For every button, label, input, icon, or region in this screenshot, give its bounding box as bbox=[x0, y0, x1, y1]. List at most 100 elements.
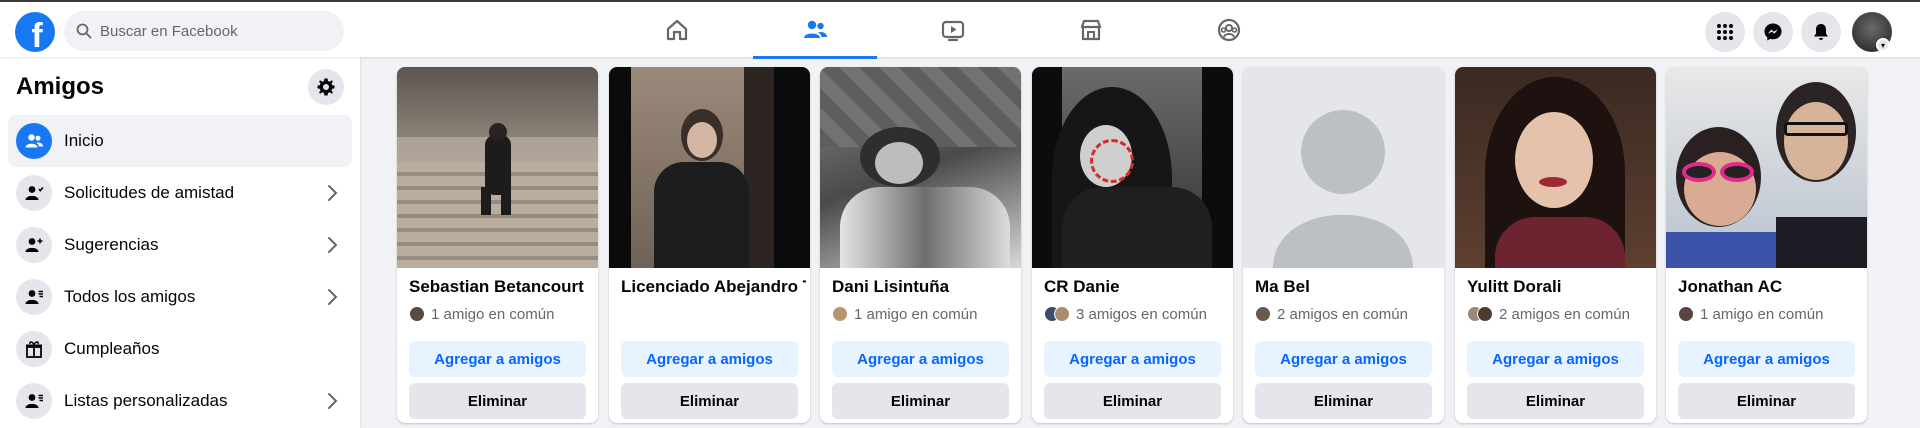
mutual-friends: 1 amigo en común bbox=[832, 304, 977, 324]
friend-suggestion-card: Jonathan AC 1 amigo en común Agregar a a… bbox=[1666, 67, 1867, 423]
friend-name[interactable]: Dani Lisintuña bbox=[832, 277, 1017, 297]
sidebar-item-home[interactable]: Inicio bbox=[8, 115, 352, 167]
add-friend-button[interactable]: Agregar a amigos bbox=[832, 341, 1009, 377]
friend-name[interactable]: Sebastian Betancourt bbox=[409, 277, 594, 297]
mutual-friends: 2 amigos en común bbox=[1255, 304, 1408, 324]
mutual-friends: 2 amigos en común bbox=[1467, 304, 1630, 324]
mutual-friends-text: 1 amigo en común bbox=[431, 305, 555, 323]
remove-button[interactable]: Eliminar bbox=[832, 383, 1009, 419]
nav-tab-home[interactable] bbox=[615, 2, 739, 57]
sidebar-item-label: Inicio bbox=[64, 131, 104, 150]
profile-photo[interactable] bbox=[1243, 67, 1444, 268]
sidebar-item-label: Sugerencias bbox=[64, 235, 159, 254]
mutual-friend-avatar bbox=[1255, 306, 1271, 322]
add-friend-button[interactable]: Agregar a amigos bbox=[1678, 341, 1855, 377]
friend-name[interactable]: Ma Bel bbox=[1255, 277, 1440, 297]
sidebar-item-custom-lists[interactable]: Listas personalizadas bbox=[8, 375, 352, 427]
messenger-icon bbox=[1764, 23, 1782, 41]
search-icon bbox=[76, 23, 92, 39]
nav-tab-groups[interactable] bbox=[1167, 2, 1291, 57]
mutual-friend-avatar bbox=[1054, 306, 1070, 322]
add-friend-button[interactable]: Agregar a amigos bbox=[409, 341, 586, 377]
sidebar-item-all-friends[interactable]: Todos los amigos bbox=[8, 271, 352, 323]
sidebar-item-label: Solicitudes de amistad bbox=[64, 183, 235, 202]
custom-list-icon bbox=[16, 383, 52, 419]
search-box[interactable] bbox=[64, 11, 344, 51]
search-input[interactable] bbox=[100, 22, 320, 40]
friends-icon bbox=[804, 20, 827, 38]
friends-sidebar: Amigos Inicio Solicitudes de amistad Sug… bbox=[0, 57, 360, 428]
mutual-friends: 1 amigo en común bbox=[409, 304, 554, 324]
mutual-friend-avatar bbox=[1678, 306, 1694, 322]
profile-photo[interactable] bbox=[1455, 67, 1656, 268]
grid-menu-icon bbox=[1717, 24, 1733, 40]
video-icon bbox=[941, 20, 965, 41]
friends-home-icon bbox=[16, 123, 52, 159]
profile-photo[interactable] bbox=[1666, 67, 1867, 268]
add-friend-button[interactable]: Agregar a amigos bbox=[621, 341, 798, 377]
remove-button[interactable]: Eliminar bbox=[1044, 383, 1221, 419]
top-navigation-bar: f ▾ bbox=[0, 0, 1920, 59]
bell-icon bbox=[1814, 24, 1828, 40]
mutual-friends-text: 2 amigos en común bbox=[1499, 305, 1630, 323]
friend-suggestion-card: CR Danie 3 amigos en común Agregar a ami… bbox=[1032, 67, 1233, 423]
groups-icon bbox=[1217, 18, 1241, 41]
remove-button[interactable]: Eliminar bbox=[621, 383, 798, 419]
friend-request-icon bbox=[16, 175, 52, 211]
mutual-friends-text: 1 amigo en común bbox=[854, 305, 978, 323]
nav-tab-video[interactable] bbox=[891, 2, 1015, 57]
add-friend-button[interactable]: Agregar a amigos bbox=[1044, 341, 1221, 377]
friend-suggestion-card: Yulitt Dorali 2 amigos en común Agregar … bbox=[1455, 67, 1656, 423]
sidebar-item-birthdays[interactable]: Cumpleaños bbox=[8, 323, 352, 375]
remove-button[interactable]: Eliminar bbox=[1467, 383, 1644, 419]
settings-button[interactable] bbox=[308, 69, 344, 105]
default-avatar-icon bbox=[1273, 110, 1413, 268]
chevron-right-icon bbox=[328, 237, 338, 253]
chevron-right-icon bbox=[328, 289, 338, 305]
notifications-button[interactable] bbox=[1801, 12, 1841, 52]
friend-name[interactable]: CR Danie bbox=[1044, 277, 1229, 297]
messenger-button[interactable] bbox=[1753, 12, 1793, 52]
friend-name[interactable]: Jonathan AC bbox=[1678, 277, 1863, 297]
add-friend-button[interactable]: Agregar a amigos bbox=[1255, 341, 1432, 377]
friend-suggestion-card: Dani Lisintuña 1 amigo en común Agregar … bbox=[820, 67, 1021, 423]
sidebar-item-friend-requests[interactable]: Solicitudes de amistad bbox=[8, 167, 352, 219]
facebook-logo[interactable]: f bbox=[15, 12, 55, 55]
remove-button[interactable]: Eliminar bbox=[409, 383, 586, 419]
mutual-friends-text: 1 amigo en común bbox=[1700, 305, 1824, 323]
mutual-friends: 3 amigos en común bbox=[1044, 304, 1207, 324]
mutual-friends-text: 2 amigos en común bbox=[1277, 305, 1408, 323]
facebook-logo-letter: f bbox=[31, 16, 43, 55]
mutual-friends: 1 amigo en común bbox=[1678, 304, 1823, 324]
profile-photo[interactable] bbox=[820, 67, 1021, 268]
menu-button[interactable] bbox=[1705, 12, 1745, 52]
add-friend-icon bbox=[16, 227, 52, 263]
friend-suggestion-card: Sebastian Betancourt 1 amigo en común Ag… bbox=[397, 67, 598, 423]
mutual-friend-avatar bbox=[832, 306, 848, 322]
add-friend-button[interactable]: Agregar a amigos bbox=[1467, 341, 1644, 377]
chevron-right-icon bbox=[328, 393, 338, 409]
mutual-friends-text: 3 amigos en común bbox=[1076, 305, 1207, 323]
friend-suggestion-card: Licenciado Abejandro T Agregar a amigos … bbox=[609, 67, 810, 423]
remove-button[interactable]: Eliminar bbox=[1255, 383, 1432, 419]
sidebar-item-label: Listas personalizadas bbox=[64, 391, 228, 410]
profile-photo[interactable] bbox=[397, 67, 598, 268]
remove-button[interactable]: Eliminar bbox=[1678, 383, 1855, 419]
sidebar-item-suggestions[interactable]: Sugerencias bbox=[8, 219, 352, 271]
chevron-down-icon[interactable]: ▾ bbox=[1876, 38, 1890, 52]
mutual-friend-avatar bbox=[409, 306, 425, 322]
profile-photo[interactable] bbox=[1032, 67, 1233, 268]
friend-suggestion-card: Ma Bel 2 amigos en común Agregar a amigo… bbox=[1243, 67, 1444, 423]
nav-tab-marketplace[interactable] bbox=[1029, 2, 1153, 57]
friend-name[interactable]: Yulitt Dorali bbox=[1467, 277, 1652, 297]
nav-tab-friends[interactable] bbox=[753, 2, 877, 59]
sidebar-item-label: Cumpleaños bbox=[64, 339, 160, 358]
gear-icon bbox=[317, 78, 335, 96]
friend-name[interactable]: Licenciado Abejandro T bbox=[621, 277, 806, 297]
profile-photo[interactable] bbox=[609, 67, 810, 268]
mutual-friend-avatar bbox=[1477, 306, 1493, 322]
chevron-right-icon bbox=[328, 185, 338, 201]
marketplace-icon bbox=[1080, 19, 1102, 40]
home-icon bbox=[666, 19, 688, 40]
sidebar-item-label: Todos los amigos bbox=[64, 287, 196, 306]
